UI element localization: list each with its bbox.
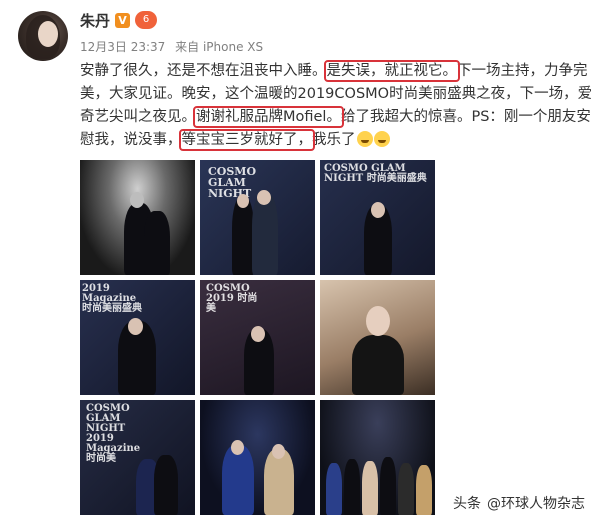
photo-label: COSMO GLAM NIGHT 时尚美丽盛典: [324, 163, 427, 184]
photo-thumbnail-8[interactable]: [200, 400, 315, 515]
photo-figure: [252, 193, 278, 275]
post-text-segment-4: 我乐了: [312, 132, 356, 148]
photo-figure: [222, 445, 254, 515]
photo-thumbnail-9[interactable]: [320, 400, 435, 515]
highlight-box-2: 谢谢礼服品牌Mofiel。: [193, 106, 344, 128]
post-timestamp[interactable]: 12月3日 23:37: [80, 40, 165, 54]
photo-grid: COSMO GLAM NIGHT COSMO GLAM NIGHT 时尚美丽盛典…: [80, 160, 435, 520]
photo-thumbnail-5[interactable]: COSMO 2019 时尚美: [200, 280, 315, 395]
photo-thumbnail-4[interactable]: 2019 Magazine 时尚美丽盛典: [80, 280, 195, 395]
photo-figure: [398, 463, 414, 515]
photo-label: COSMO GLAM NIGHT 2019 Magazine 时尚美: [86, 403, 141, 464]
photo-figure-head: [231, 440, 244, 455]
photo-thumbnail-3[interactable]: COSMO GLAM NIGHT 时尚美丽盛典: [320, 160, 435, 275]
photo-label: 2019 Magazine 时尚美丽盛典: [82, 283, 142, 314]
photo-figure-head: [366, 306, 390, 336]
photo-thumbnail-6[interactable]: [320, 280, 435, 395]
watermark-prefix: 头条: [453, 496, 481, 512]
photo-figure: [416, 465, 432, 515]
laugh-cry-emoji-icon: [356, 131, 373, 147]
photo-figure: [144, 211, 170, 275]
laugh-cry-emoji-icon: [373, 131, 390, 147]
highlight-box-1: 是失误，就正视它。: [323, 60, 460, 82]
highlight-box-3: 等宝宝三岁就好了，: [178, 129, 315, 151]
username[interactable]: 朱丹: [80, 10, 110, 31]
photo-figure: [362, 461, 378, 515]
photo-figure-head: [371, 202, 385, 218]
photo-figure-head: [130, 192, 144, 208]
photo-thumbnail-2[interactable]: COSMO GLAM NIGHT: [200, 160, 315, 275]
photo-label: COSMO 2019 时尚美: [206, 283, 258, 314]
photo-figure-head: [251, 326, 265, 342]
verified-badge-icon: V: [115, 13, 130, 28]
photo-figure: [232, 197, 254, 275]
member-level-badge[interactable]: 6: [135, 11, 157, 29]
post-text-segment-1: 安静了很久，还是不想在沮丧中入睡。: [80, 63, 327, 79]
photo-figure-head: [128, 318, 143, 335]
photo-figure-head: [237, 194, 249, 208]
photo-figure: [352, 335, 404, 395]
photo-background: [200, 400, 315, 515]
post-text: 安静了很久，还是不想在沮丧中入睡。是失误，就正视它。下一场主持，力争完美，大家见…: [80, 60, 604, 152]
avatar[interactable]: [18, 11, 68, 61]
post-source[interactable]: 来自 iPhone XS: [175, 40, 263, 54]
photo-figure-head: [257, 190, 271, 205]
watermark-site: @环球人物杂志: [487, 496, 585, 512]
photo-figure: [380, 457, 396, 515]
photo-figure: [344, 459, 360, 515]
weibo-post: 朱丹 V 6 12月3日 23:37 来自 iPhone XS 安静了很久，还是…: [0, 0, 612, 525]
avatar-face: [38, 21, 58, 47]
photo-figure: [154, 455, 178, 515]
post-meta: 12月3日 23:37 来自 iPhone XS: [80, 38, 269, 55]
photo-figure-head: [272, 444, 285, 459]
watermark: 头条 @环球人物杂志: [453, 493, 585, 513]
photo-thumbnail-1[interactable]: [80, 160, 195, 275]
photo-figure: [326, 463, 342, 515]
photo-thumbnail-7[interactable]: COSMO GLAM NIGHT 2019 Magazine 时尚美: [80, 400, 195, 515]
